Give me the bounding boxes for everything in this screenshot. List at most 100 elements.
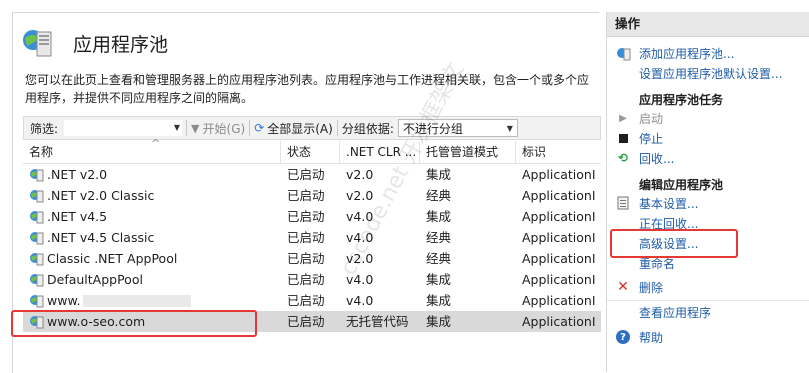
cell-identity: ApplicationI — [522, 209, 596, 224]
basic-settings-link[interactable]: 基本设置... — [639, 195, 698, 212]
settings-page-icon — [615, 195, 631, 211]
basic-settings-action[interactable]: 基本设置... — [615, 194, 698, 212]
page-description: 您可以在此页上查看和管理服务器上的应用程序池列表。应用程序池与工作进程相关联，包… — [25, 73, 590, 105]
column-header-identity[interactable]: 标识 — [516, 141, 601, 163]
filter-input[interactable]: ▼ — [64, 120, 183, 136]
cell-name: .NET v4.5 — [23, 206, 281, 227]
delete-link[interactable]: 删除 — [639, 279, 663, 296]
cell-status: 已启动 — [287, 230, 325, 245]
app-pool-icon — [29, 272, 44, 287]
groupby-label: 分组依据: — [341, 121, 394, 136]
pool-name: .NET v2.0 — [47, 167, 108, 182]
cell-identity: ApplicationI — [522, 314, 596, 329]
stop-icon — [615, 130, 631, 146]
pool-name: .NET v4.5 — [47, 209, 108, 224]
show-all-icon: ⟳ — [254, 121, 265, 135]
actions-header: 操作 — [607, 12, 809, 37]
table-row[interactable]: .NET v2.0 Classic 已启动 v2.0 经典 ApplicationI — [23, 185, 601, 206]
cell-status: 已启动 — [287, 188, 325, 203]
section-edit-pool: 编辑应用程序池 — [639, 178, 724, 192]
column-header-pipeline[interactable]: 托管管道模式 — [420, 141, 516, 163]
app-pool-icon — [29, 167, 44, 182]
filter-toolbar: 筛选: ▼ ▼ 开始(G) ⟳ 全部显示(A) 分组依据: 不进行分组 ▼ — [23, 116, 601, 140]
cell-status: 已启动 — [287, 251, 325, 266]
cell-clr: v4.0 — [346, 293, 374, 308]
cell-name: Classic .NET AppPool — [23, 248, 281, 269]
divider — [607, 300, 809, 301]
delete-action[interactable]: ✕ 删除 — [615, 278, 663, 296]
app-pool-icon — [21, 26, 55, 60]
cell-identity: ApplicationI — [522, 167, 596, 182]
toolbar-separator — [249, 120, 251, 136]
cell-status: 已启动 — [287, 293, 325, 308]
section-pool-tasks: 应用程序池任务 — [639, 93, 724, 107]
cell-status: 已启动 — [287, 314, 325, 329]
stop-action[interactable]: 停止 — [615, 129, 663, 147]
highlight-selected-row — [11, 310, 257, 337]
delete-x-icon: ✕ — [617, 279, 629, 295]
set-defaults-link[interactable]: 设置应用程序池默认设置... — [639, 65, 782, 82]
view-apps-action[interactable]: 查看应用程序 — [615, 303, 711, 321]
cell-pipeline: 集成 — [426, 167, 452, 182]
show-all-button[interactable]: ⟳ 全部显示(A) — [254, 120, 333, 137]
app-pool-icon — [29, 188, 44, 203]
table-row[interactable]: Classic .NET AppPool 已启动 v2.0 经典 Application… — [23, 248, 601, 269]
add-pool-link[interactable]: 添加应用程序池... — [639, 45, 734, 62]
toolbar-separator — [336, 120, 338, 136]
help-action[interactable]: ? 帮助 — [615, 328, 663, 346]
add-pool-action[interactable]: 添加应用程序池... — [615, 44, 734, 62]
app-pool-icon — [615, 45, 631, 61]
play-icon: ▶ — [619, 112, 627, 124]
cell-name: .NET v4.5 Classic — [23, 227, 281, 248]
table-row[interactable]: DefaultAppPool 已启动 v4.0 集成 ApplicationI — [23, 269, 601, 290]
page-title: 应用程序池 — [73, 33, 169, 56]
cell-clr: 无托管代码 — [346, 314, 409, 329]
help-link[interactable]: 帮助 — [639, 329, 663, 346]
cell-status: 已启动 — [287, 167, 325, 182]
cell-pipeline: 经典 — [426, 251, 452, 266]
app-pool-table: 名称 状态 .NET CLR ... 托管管道模式 标识 ^ .NET v2.0… — [23, 137, 601, 332]
table-header: 名称 状态 .NET CLR ... 托管管道模式 标识 ^ — [23, 137, 601, 164]
highlight-advanced-settings — [610, 229, 738, 258]
start-filter-label: 开始(G) — [202, 121, 246, 136]
cell-identity: ApplicationI — [522, 188, 596, 203]
cell-pipeline: 集成 — [426, 209, 452, 224]
table-row[interactable]: .NET v4.5 Classic 已启动 v4.0 经典 ApplicationI — [23, 227, 601, 248]
filter-label: 筛选: — [30, 121, 59, 136]
cell-pipeline: 经典 — [426, 230, 452, 245]
actions-pane: 操作 添加应用程序池... 设置应用程序池默认设置... 应用程序池任务 ▶ 启… — [606, 12, 809, 372]
cell-pipeline: 集成 — [426, 272, 452, 287]
cell-name: DefaultAppPool — [23, 269, 281, 290]
start-action: ▶ 启动 — [615, 109, 663, 127]
column-header-status[interactable]: 状态 — [281, 141, 340, 163]
toolbar-separator — [186, 120, 188, 136]
app-pool-icon — [29, 251, 44, 266]
cell-pipeline: 集成 — [426, 293, 452, 308]
stop-link[interactable]: 停止 — [639, 130, 663, 147]
recycle-link[interactable]: 回收... — [639, 150, 674, 167]
cell-status: 已启动 — [287, 209, 325, 224]
cell-identity: ApplicationI — [522, 272, 596, 287]
table-row[interactable]: .NET v4.5 已启动 v4.0 集成 ApplicationI — [23, 206, 601, 227]
funnel-icon: ▼ — [191, 121, 200, 135]
recycle-action[interactable]: ⟲ 回收... — [615, 149, 674, 167]
recycle-icon: ⟲ — [617, 151, 629, 165]
start-filter-button[interactable]: ▼ 开始(G) — [191, 120, 245, 137]
page-header: 应用程序池 — [21, 23, 168, 63]
cell-name: www. — [23, 290, 281, 311]
cell-identity: ApplicationI — [522, 293, 596, 308]
help-icon: ? — [615, 329, 631, 345]
app-pool-icon — [29, 293, 44, 308]
pool-name: .NET v4.5 Classic — [47, 230, 155, 245]
view-apps-link[interactable]: 查看应用程序 — [639, 304, 711, 321]
show-all-label: 全部显示(A) — [267, 121, 333, 136]
redacted-blur — [82, 294, 191, 307]
chevron-down-icon[interactable]: ▼ — [174, 123, 180, 132]
table-row[interactable]: .NET v2.0 已启动 v2.0 集成 ApplicationI — [23, 164, 601, 185]
app-pool-icon — [29, 230, 44, 245]
table-row[interactable]: www. 已启动 v4.0 集成 ApplicationI — [23, 290, 601, 311]
cell-pipeline: 经典 — [426, 188, 452, 203]
set-defaults-action[interactable]: 设置应用程序池默认设置... — [615, 64, 782, 82]
cell-identity: ApplicationI — [522, 251, 596, 266]
cell-status: 已启动 — [287, 272, 325, 287]
